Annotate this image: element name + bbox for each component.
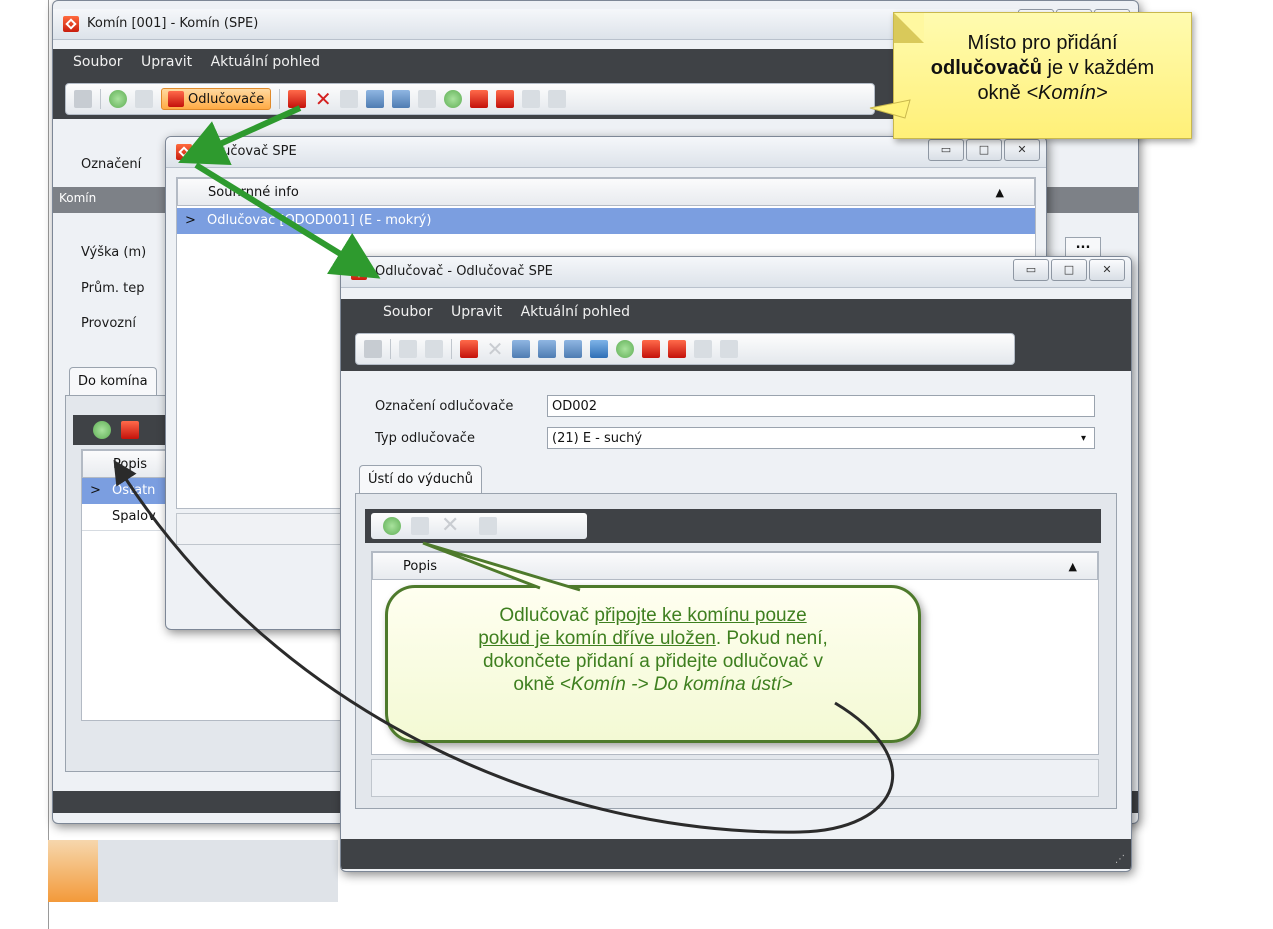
arrow-to-detail-icon <box>194 162 381 279</box>
curved-arrow <box>113 459 895 834</box>
arrow-to-list-icon <box>178 105 302 166</box>
annotation-overlay <box>113 99 911 834</box>
note-pointer <box>869 99 911 119</box>
torn-edge <box>1243 0 1273 929</box>
bubble-tail <box>422 541 581 592</box>
